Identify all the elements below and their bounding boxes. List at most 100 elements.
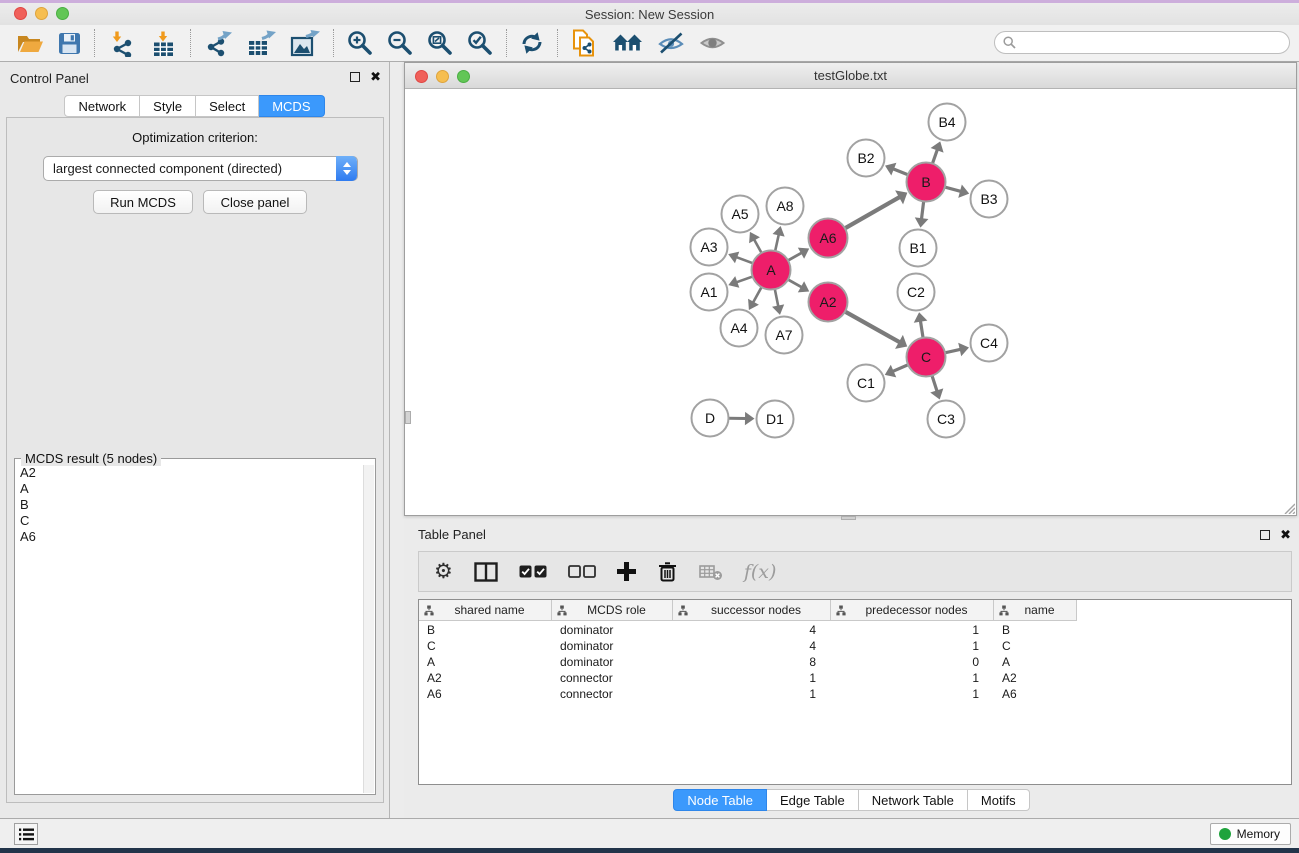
tab-edge-table[interactable]: Edge Table	[767, 789, 859, 811]
zoom-window-button[interactable]	[56, 7, 69, 20]
clone-network-button[interactable]	[564, 27, 605, 59]
open-session-button[interactable]	[10, 27, 51, 59]
import-network-button[interactable]	[101, 27, 143, 59]
table-cell[interactable]: C	[994, 638, 1077, 654]
table-cell[interactable]: 8	[673, 654, 831, 670]
table-cell[interactable]: dominator	[552, 622, 673, 638]
column-header-shared-name[interactable]: shared name	[419, 600, 552, 621]
column-header-MCDS-role[interactable]: MCDS role	[552, 600, 673, 621]
table-row[interactable]: Cdominator41C	[419, 638, 1291, 654]
result-item[interactable]: A	[20, 481, 363, 497]
result-scrollbar[interactable]	[363, 465, 374, 793]
table-cell[interactable]: 4	[673, 638, 831, 654]
close-panel-button[interactable]: Close panel	[203, 190, 307, 214]
refresh-view-button[interactable]	[513, 27, 551, 59]
delete-column-trash-icon[interactable]	[657, 561, 678, 582]
table-cell[interactable]: A	[994, 654, 1077, 670]
zoom-out-button[interactable]	[380, 27, 420, 59]
float-table-panel-icon[interactable]	[1260, 530, 1270, 540]
mcds-result-box: MCDS result (5 nodes) A2ABCA6	[14, 458, 376, 795]
result-item[interactable]: A2	[20, 465, 363, 481]
deselect-all-icon[interactable]	[568, 565, 596, 578]
result-item[interactable]: C	[20, 513, 363, 529]
zoom-network-window-button[interactable]	[457, 70, 470, 83]
export-table-button[interactable]	[240, 27, 283, 59]
table-row[interactable]: A2connector11A2	[419, 670, 1291, 686]
table-cell[interactable]: 1	[673, 670, 831, 686]
table-cell[interactable]: 4	[673, 622, 831, 638]
column-header-successor-nodes[interactable]: successor nodes	[673, 600, 831, 621]
toolbar-separator	[506, 29, 507, 57]
table-row[interactable]: A6connector11A6	[419, 686, 1291, 702]
resize-grip-icon[interactable]	[1282, 501, 1295, 514]
column-header-predecessor-nodes[interactable]: predecessor nodes	[831, 600, 994, 621]
zoom-in-button[interactable]	[340, 27, 380, 59]
table-cell[interactable]: connector	[552, 670, 673, 686]
tab-select[interactable]: Select	[196, 95, 259, 117]
tab-mcds[interactable]: MCDS	[259, 95, 324, 117]
criterion-select[interactable]: largest connected component (directed)	[43, 156, 358, 181]
control-panel-title: Control Panel	[10, 71, 89, 86]
tab-motifs[interactable]: Motifs	[968, 789, 1030, 811]
minimize-network-window-button[interactable]	[436, 70, 449, 83]
table-cell[interactable]: dominator	[552, 638, 673, 654]
search-icon	[1003, 36, 1016, 49]
hide-network-view-button[interactable]	[650, 27, 692, 59]
zoom-fit-button[interactable]	[420, 27, 460, 59]
add-column-icon[interactable]	[617, 562, 636, 581]
close-window-button[interactable]	[14, 7, 27, 20]
task-history-button[interactable]	[14, 823, 38, 845]
table-cell[interactable]: A2	[994, 670, 1077, 686]
save-session-button[interactable]	[51, 27, 88, 59]
tab-style[interactable]: Style	[140, 95, 196, 117]
table-cell[interactable]: 0	[831, 654, 994, 670]
table-cell[interactable]: 1	[673, 686, 831, 702]
show-network-view-button[interactable]	[692, 27, 733, 59]
export-image-button[interactable]	[283, 27, 327, 59]
mcds-result-list[interactable]: A2ABCA6	[16, 465, 363, 793]
tab-node-table[interactable]: Node Table	[673, 789, 767, 811]
split-table-view-icon[interactable]	[474, 562, 498, 582]
column-header-name[interactable]: name	[994, 600, 1077, 621]
minimize-window-button[interactable]	[35, 7, 48, 20]
table-cell[interactable]: C	[419, 638, 552, 654]
show-all-networks-button[interactable]	[605, 27, 650, 59]
tab-network-table[interactable]: Network Table	[859, 789, 968, 811]
close-network-window-button[interactable]	[415, 70, 428, 83]
result-item[interactable]: A6	[20, 529, 363, 545]
table-cell[interactable]: 1	[831, 686, 994, 702]
close-panel-icon[interactable]: ✖	[370, 72, 381, 82]
function-builder-button[interactable]: f(x)	[744, 561, 777, 583]
search-input[interactable]	[994, 31, 1290, 54]
table-settings-gear-icon[interactable]: ⚙	[434, 562, 453, 582]
export-network-button[interactable]	[197, 27, 240, 59]
network-canvas[interactable]: B4B2BB3A5A8A6B1A3AC2A1A2A4A7C4CC1C3DD1	[405, 89, 1296, 515]
close-table-panel-icon[interactable]: ✖	[1280, 530, 1291, 540]
tab-network[interactable]: Network	[64, 95, 140, 117]
run-mcds-button[interactable]: Run MCDS	[93, 190, 193, 214]
select-all-icon[interactable]	[519, 565, 547, 578]
table-cell[interactable]: B	[994, 622, 1077, 638]
zoom-selected-button[interactable]	[460, 27, 500, 59]
select-stepper-icon[interactable]	[336, 156, 357, 181]
graph-node-label-A: A	[766, 262, 776, 278]
table-cell[interactable]: B	[419, 622, 552, 638]
table-cell[interactable]: 1	[831, 638, 994, 654]
table-cell[interactable]: 1	[831, 622, 994, 638]
table-row[interactable]: Bdominator41B	[419, 622, 1291, 638]
table-cell[interactable]: 1	[831, 670, 994, 686]
result-item[interactable]: B	[20, 497, 363, 513]
table-cell[interactable]: A6	[419, 686, 552, 702]
canvas-scrollbar-thumb[interactable]	[405, 411, 411, 424]
table-cell[interactable]: A	[419, 654, 552, 670]
table-cell[interactable]: connector	[552, 686, 673, 702]
import-table-button[interactable]	[143, 27, 184, 59]
float-panel-icon[interactable]	[350, 72, 360, 82]
delete-table-icon[interactable]	[699, 563, 723, 581]
table-cell[interactable]: A2	[419, 670, 552, 686]
network-window-titlebar[interactable]: testGlobe.txt	[405, 63, 1296, 89]
memory-button[interactable]: Memory	[1210, 823, 1291, 845]
table-cell[interactable]: dominator	[552, 654, 673, 670]
table-row[interactable]: Adominator80A	[419, 654, 1291, 670]
table-cell[interactable]: A6	[994, 686, 1077, 702]
